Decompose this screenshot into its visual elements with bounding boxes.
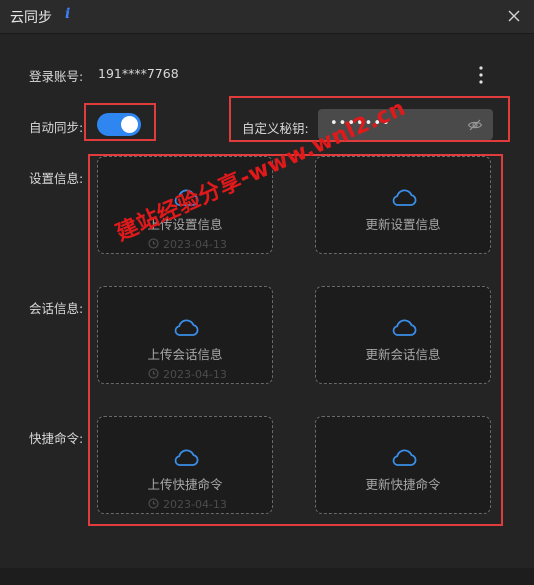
date-text: 2023-04-13 [163,238,227,251]
more-options-icon[interactable] [472,64,490,86]
card-label: 更新会话信息 [365,347,441,362]
update-sessions-button[interactable]: 更新会话信息 [315,286,491,384]
auto-sync-label: 自动同步: [29,120,84,135]
last-upload-date: 2023-04-13 [148,368,227,381]
update-shortcuts-button[interactable]: 更新快捷命令 [315,416,491,514]
toggle-knob [121,116,138,133]
date-text: 2023-04-13 [163,368,227,381]
card-label: 更新设置信息 [365,217,441,232]
custom-key-input[interactable]: ••••••• [318,109,493,140]
cloud-icon [392,449,417,466]
settings-section-label: 设置信息: [29,171,84,186]
cloud-icon [174,319,199,336]
eye-hidden-icon[interactable] [467,117,483,133]
window-title: 云同步 [10,10,52,26]
cloud-icon [174,189,199,206]
card-label: 上传快捷命令 [147,477,223,492]
upload-shortcuts-button[interactable]: 上传快捷命令 2023-04-13 [97,416,273,514]
card-label: 上传设置信息 [147,217,223,232]
last-upload-date: 2023-04-13 [148,498,227,511]
cloud-icon [174,449,199,466]
bottom-strip [0,568,534,585]
sessions-section-label: 会话信息: [29,301,84,316]
upload-sessions-button[interactable]: 上传会话信息 2023-04-13 [97,286,273,384]
clock-icon [148,498,159,509]
cloud-icon [392,189,417,206]
card-label: 更新快捷命令 [365,477,441,492]
close-icon[interactable] [504,6,524,26]
info-icon[interactable]: i [65,6,70,22]
clock-icon [148,368,159,379]
clock-icon [148,238,159,249]
shortcuts-section-label: 快捷命令: [29,431,84,446]
cloud-icon [392,319,417,336]
custom-key-label: 自定义秘钥: [242,121,309,136]
custom-key-value: ••••••• [330,116,391,131]
upload-settings-button[interactable]: 上传设置信息 2023-04-13 [97,156,273,254]
auto-sync-toggle[interactable] [97,113,141,136]
date-text: 2023-04-13 [163,498,227,511]
last-upload-date: 2023-04-13 [148,238,227,251]
update-settings-button[interactable]: 更新设置信息 [315,156,491,254]
title-bar: 云同步 i [0,0,534,34]
account-value: 191****7768 [98,66,179,81]
card-label: 上传会话信息 [147,347,223,362]
account-label: 登录账号: [29,69,84,84]
